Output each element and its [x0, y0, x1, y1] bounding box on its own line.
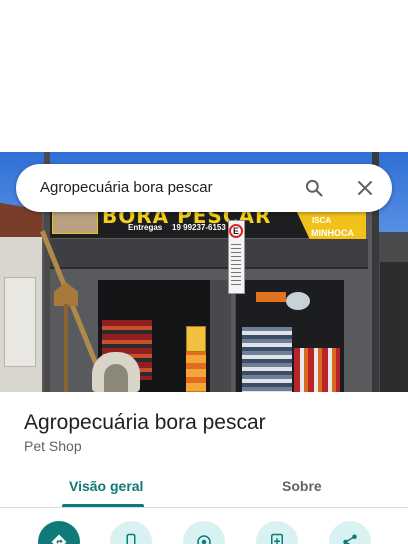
place-title: Agropecuária bora pescar: [24, 411, 266, 434]
share-button[interactable]: [329, 521, 371, 544]
tab-overview[interactable]: Visão geral: [69, 478, 143, 494]
place-category: Pet Shop: [24, 438, 82, 454]
phone-icon: [126, 533, 136, 544]
store-sign-deliveries: Entregas: [128, 223, 163, 232]
save-icon: [271, 533, 283, 544]
location-icon: [197, 535, 211, 544]
close-icon[interactable]: [356, 179, 374, 197]
tab-bar: Visão geral Sobre: [0, 470, 408, 508]
share-icon: [343, 534, 357, 544]
save-button[interactable]: [256, 521, 298, 544]
directions-button[interactable]: [38, 521, 80, 544]
store-sign-bait: ISCA: [312, 216, 332, 225]
store-sign-worm: MINHOCA: [311, 228, 354, 238]
store-sign-phone: 19 99237-6153: [172, 223, 226, 232]
nearby-button[interactable]: [183, 521, 225, 544]
tab-about[interactable]: Sobre: [282, 478, 322, 494]
search-bar[interactable]: Agropecuária bora pescar: [16, 164, 392, 212]
search-input[interactable]: Agropecuária bora pescar: [40, 179, 213, 196]
call-button[interactable]: [110, 521, 152, 544]
awning: [50, 239, 368, 269]
active-tab-indicator: [62, 504, 144, 507]
search-icon[interactable]: [304, 178, 324, 198]
directions-icon: [51, 534, 67, 544]
blank-area: [0, 0, 408, 152]
